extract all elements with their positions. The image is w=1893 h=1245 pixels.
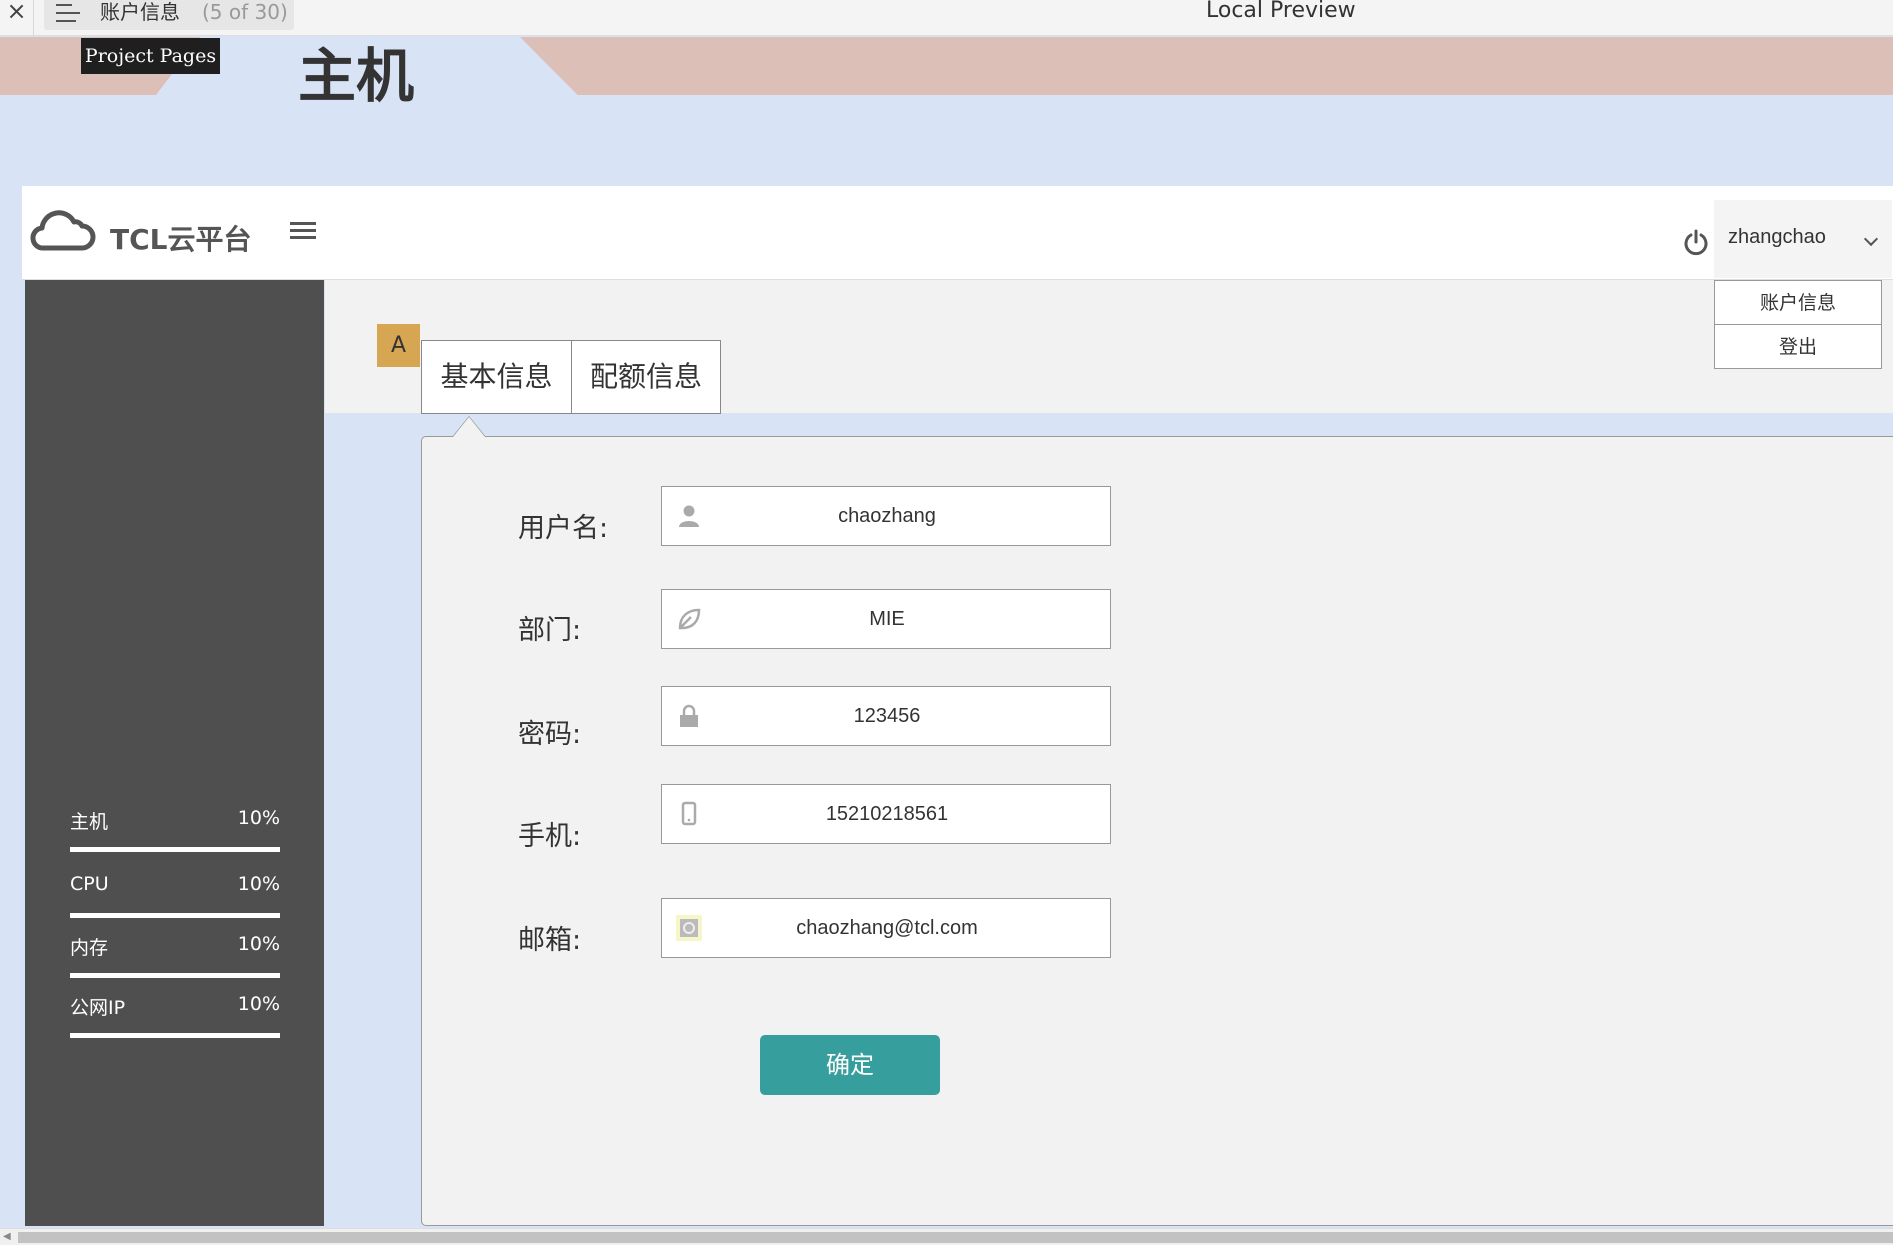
sidebar: 主机 10% CPU 10% 内存 10% 公网IP 10%	[25, 280, 324, 1226]
annotation-badge: A	[377, 324, 420, 367]
stat-progress-bar	[70, 973, 280, 978]
user-dropdown: 账户信息 登出	[1714, 280, 1882, 369]
preview-title: Local Preview	[1206, 0, 1356, 23]
confirm-button[interactable]: 确定	[760, 1035, 940, 1095]
tab-basic-info[interactable]: 基本信息	[421, 340, 572, 414]
phone-field[interactable]	[661, 784, 1111, 844]
email-label: 邮箱:	[518, 925, 582, 956]
username-field[interactable]	[661, 486, 1111, 546]
menu-icon	[56, 4, 80, 22]
preview-toolbar: × 账户信息 (5 of 30) Local Preview	[0, 0, 1893, 36]
phone-icon	[681, 801, 697, 826]
email-input[interactable]	[712, 899, 1062, 957]
page-count: (5 of 30)	[202, 0, 288, 24]
tab-pointer	[452, 416, 486, 437]
dropdown-item-logout[interactable]: 登出	[1715, 325, 1881, 369]
horizontal-scrollbar[interactable]: ◀	[0, 1228, 1893, 1245]
department-label: 部门:	[518, 615, 582, 646]
scrollbar-thumb[interactable]	[18, 1232, 1893, 1243]
stat-progress-bar	[70, 1033, 280, 1038]
user-icon	[679, 505, 699, 527]
phone-label: 手机:	[518, 821, 582, 852]
leaf-icon	[678, 608, 701, 630]
current-page-name: 账户信息	[100, 0, 180, 24]
stat-value: 10%	[237, 933, 280, 955]
stat-label: 公网IP	[70, 997, 126, 1019]
project-pages-button[interactable]: 账户信息 (5 of 30)	[44, 0, 294, 30]
department-input[interactable]	[712, 590, 1062, 648]
close-button[interactable]: ×	[0, 0, 34, 36]
banner-title: 主机	[298, 42, 415, 110]
logo[interactable]: TCL云平台	[28, 206, 268, 262]
department-field[interactable]	[661, 589, 1111, 649]
cloud-icon	[30, 210, 96, 251]
dropdown-item-account-info[interactable]: 账户信息	[1715, 281, 1881, 325]
logo-text: TCL云平台	[110, 223, 252, 256]
scroll-left-arrow-icon[interactable]: ◀	[3, 1231, 11, 1242]
phone-input[interactable]	[712, 785, 1062, 843]
tooltip: Project Pages	[81, 38, 220, 74]
email-icon	[676, 915, 702, 941]
stat-label: CPU	[70, 873, 109, 895]
email-field[interactable]	[661, 898, 1111, 958]
stat-value: 10%	[237, 807, 280, 829]
stat-label: 内存	[70, 937, 109, 959]
username-label: 用户名:	[518, 513, 609, 544]
app-header: TCL云平台 zhangchao	[22, 186, 1893, 280]
password-label: 密码:	[518, 719, 582, 750]
stat-progress-bar	[70, 847, 280, 852]
power-icon[interactable]	[1682, 228, 1710, 256]
tab-quota-info[interactable]: 配额信息	[571, 340, 721, 414]
stat-label: 主机	[70, 811, 109, 833]
lock-icon	[680, 704, 698, 727]
user-menu[interactable]: zhangchao	[1714, 200, 1892, 278]
hamburger-menu-icon[interactable]	[290, 222, 316, 242]
stat-progress-bar	[70, 913, 280, 918]
chevron-down-icon	[1863, 231, 1879, 247]
account-form-panel	[421, 436, 1893, 1226]
password-field[interactable]	[661, 686, 1111, 746]
stat-value: 10%	[237, 993, 280, 1015]
username-input[interactable]	[712, 487, 1062, 545]
username: zhangchao	[1728, 226, 1826, 248]
password-input[interactable]	[712, 687, 1062, 745]
stat-value: 10%	[237, 873, 280, 895]
banner-right-band	[520, 37, 1893, 95]
